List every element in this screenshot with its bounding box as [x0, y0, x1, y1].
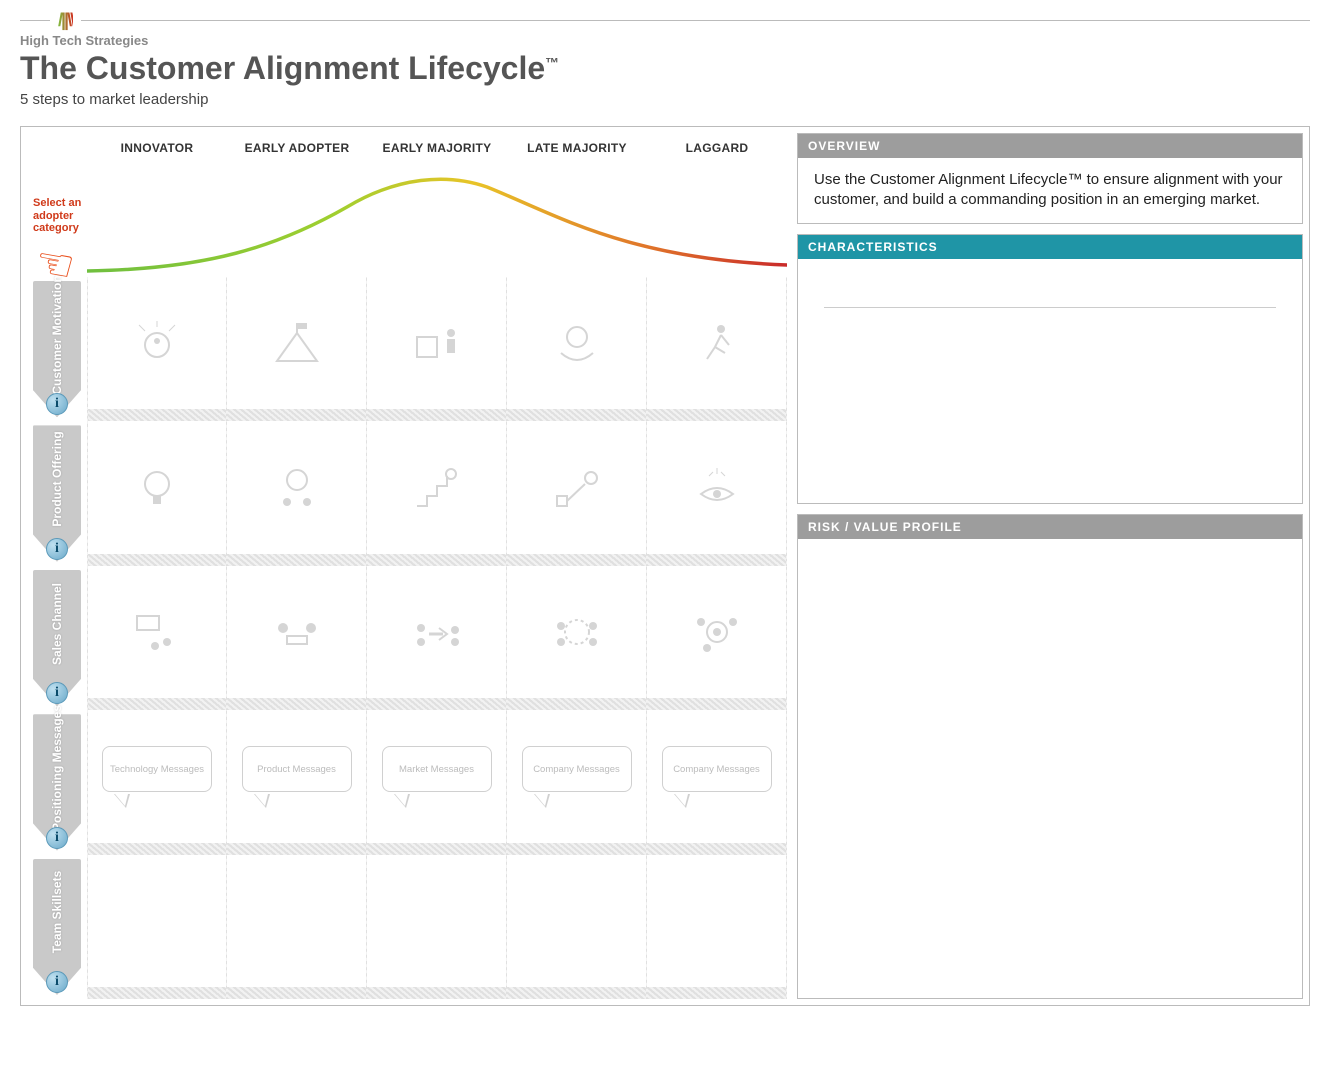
col-head-innovator[interactable]: INNOVATOR	[87, 133, 227, 167]
brand-name: High Tech Strategies	[20, 33, 1310, 48]
adoption-curve	[87, 167, 787, 277]
page-title-text: The Customer Alignment Lifecycle	[20, 50, 545, 86]
lightbulb-icon	[122, 460, 192, 515]
panel-overview-head: OVERVIEW	[798, 134, 1302, 158]
network-cycle-icon	[542, 604, 612, 659]
cell-motivation-late-majority[interactable]	[507, 277, 647, 421]
cell-motivation-early-adopter[interactable]	[227, 277, 367, 421]
panel-risk-body	[798, 539, 1302, 999]
speech-bubble-icon: Product Messages	[242, 746, 352, 806]
right-panels: OVERVIEW Use the Customer Alignment Life…	[797, 133, 1303, 999]
lightbulb-people-icon	[262, 460, 332, 515]
panel-overview-body: Use the Customer Alignment Lifecycle™ to…	[798, 158, 1302, 223]
cell-positioning-late-majority[interactable]: Company Messages	[507, 710, 647, 854]
callout-cell: Select an adopter category ☞	[27, 167, 87, 277]
cell-product-laggard[interactable]	[647, 421, 787, 565]
panel-overview: OVERVIEW Use the Customer Alignment Life…	[797, 133, 1303, 224]
row-label-customer-motivation: Customer Motivation i	[27, 277, 87, 421]
cell-sales-early-adopter[interactable]	[227, 566, 367, 710]
panel-characteristics: CHARACTERISTICS	[797, 234, 1303, 504]
speech-bubble-icon: Technology Messages	[102, 746, 212, 806]
cell-team-innovator[interactable]	[87, 855, 227, 999]
cell-team-late-majority[interactable]	[507, 855, 647, 999]
trademark: ™	[545, 54, 559, 70]
matrix-grid: Select an adopter category ☞	[27, 167, 787, 999]
callout-label: Select an adopter category	[33, 197, 93, 235]
info-icon-product-offering[interactable]: i	[46, 538, 68, 560]
row-label-team-skillsets: Team Skillsets i	[27, 855, 87, 999]
team-icon	[402, 893, 472, 948]
panel-risk: RISK / VALUE PROFILE	[797, 514, 1303, 1000]
cell-sales-early-majority[interactable]	[367, 566, 507, 710]
matrix-panel: INNOVATOR EARLY ADOPTER EARLY MAJORITY L…	[27, 133, 787, 999]
speech-bubble-icon: Market Messages	[382, 746, 492, 806]
speech-bubble-icon: Company Messages	[522, 746, 632, 806]
row-label-positioning-messages: Positioning Messages i	[27, 710, 87, 854]
cell-motivation-innovator[interactable]	[87, 277, 227, 421]
cell-product-innovator[interactable]	[87, 421, 227, 565]
row-label-product-offering: Product Offering i	[27, 421, 87, 565]
puzzle-person-icon	[402, 316, 472, 371]
cell-motivation-early-majority[interactable]	[367, 277, 507, 421]
page-title: The Customer Alignment Lifecycle™	[20, 50, 1310, 87]
speech-bubble-icon: Company Messages	[662, 746, 772, 806]
presenter-icon	[122, 604, 192, 659]
cell-positioning-early-majority[interactable]: Market Messages	[367, 710, 507, 854]
col-head-early-majority[interactable]: EARLY MAJORITY	[367, 133, 507, 167]
cell-sales-innovator[interactable]	[87, 566, 227, 710]
team-icon	[542, 893, 612, 948]
flag-mountain-icon	[262, 316, 332, 371]
brand-logo-icon: /||\\	[58, 10, 73, 31]
cell-sales-laggard[interactable]	[647, 566, 787, 710]
panel-characteristics-body	[798, 259, 1302, 503]
cell-product-early-adopter[interactable]	[227, 421, 367, 565]
col-head-early-adopter[interactable]: EARLY ADOPTER	[227, 133, 367, 167]
info-icon-sales-channel[interactable]: i	[46, 682, 68, 704]
brand-line-right	[81, 20, 1310, 21]
team-icon	[122, 893, 192, 948]
team-icon	[262, 893, 332, 948]
cell-motivation-laggard[interactable]	[647, 277, 787, 421]
eye-sun-icon	[682, 460, 752, 515]
team-icon	[682, 893, 752, 948]
cell-sales-late-majority[interactable]	[507, 566, 647, 710]
panel-risk-head: RISK / VALUE PROFILE	[798, 515, 1302, 539]
info-icon-positioning-messages[interactable]: i	[46, 827, 68, 849]
cell-product-early-majority[interactable]	[367, 421, 507, 565]
info-icon-customer-motivation[interactable]: i	[46, 393, 68, 415]
panel-characteristics-head: CHARACTERISTICS	[798, 235, 1302, 259]
column-headers: INNOVATOR EARLY ADOPTER EARLY MAJORITY L…	[27, 133, 787, 167]
cell-positioning-laggard[interactable]: Company Messages	[647, 710, 787, 854]
brand-line-left	[20, 20, 50, 21]
cell-team-early-majority[interactable]	[367, 855, 507, 999]
col-head-laggard[interactable]: LAGGARD	[647, 133, 787, 167]
gear-cycle-icon	[682, 604, 752, 659]
meeting-table-icon	[262, 604, 332, 659]
cell-team-laggard[interactable]	[647, 855, 787, 999]
page-subtitle: 5 steps to market leadership	[20, 91, 1310, 108]
main-frame: INNOVATOR EARLY ADOPTER EARLY MAJORITY L…	[20, 126, 1310, 1006]
cell-product-late-majority[interactable]	[507, 421, 647, 565]
cell-team-early-adopter[interactable]	[227, 855, 367, 999]
cell-positioning-innovator[interactable]: Technology Messages	[87, 710, 227, 854]
globe-hands-icon	[542, 316, 612, 371]
col-head-late-majority[interactable]: LATE MAJORITY	[507, 133, 647, 167]
col-head-spacer	[27, 133, 87, 167]
running-person-icon	[682, 316, 752, 371]
steps-bulb-icon	[402, 460, 472, 515]
handshake-flow-icon	[402, 604, 472, 659]
idea-head-icon	[122, 316, 192, 371]
connected-bulb-icon	[542, 460, 612, 515]
cell-positioning-early-adopter[interactable]: Product Messages	[227, 710, 367, 854]
brand-bar: /||\\	[20, 10, 1310, 31]
info-icon-team-skillsets[interactable]: i	[46, 971, 68, 993]
row-label-sales-channel: Sales Channel i	[27, 566, 87, 710]
